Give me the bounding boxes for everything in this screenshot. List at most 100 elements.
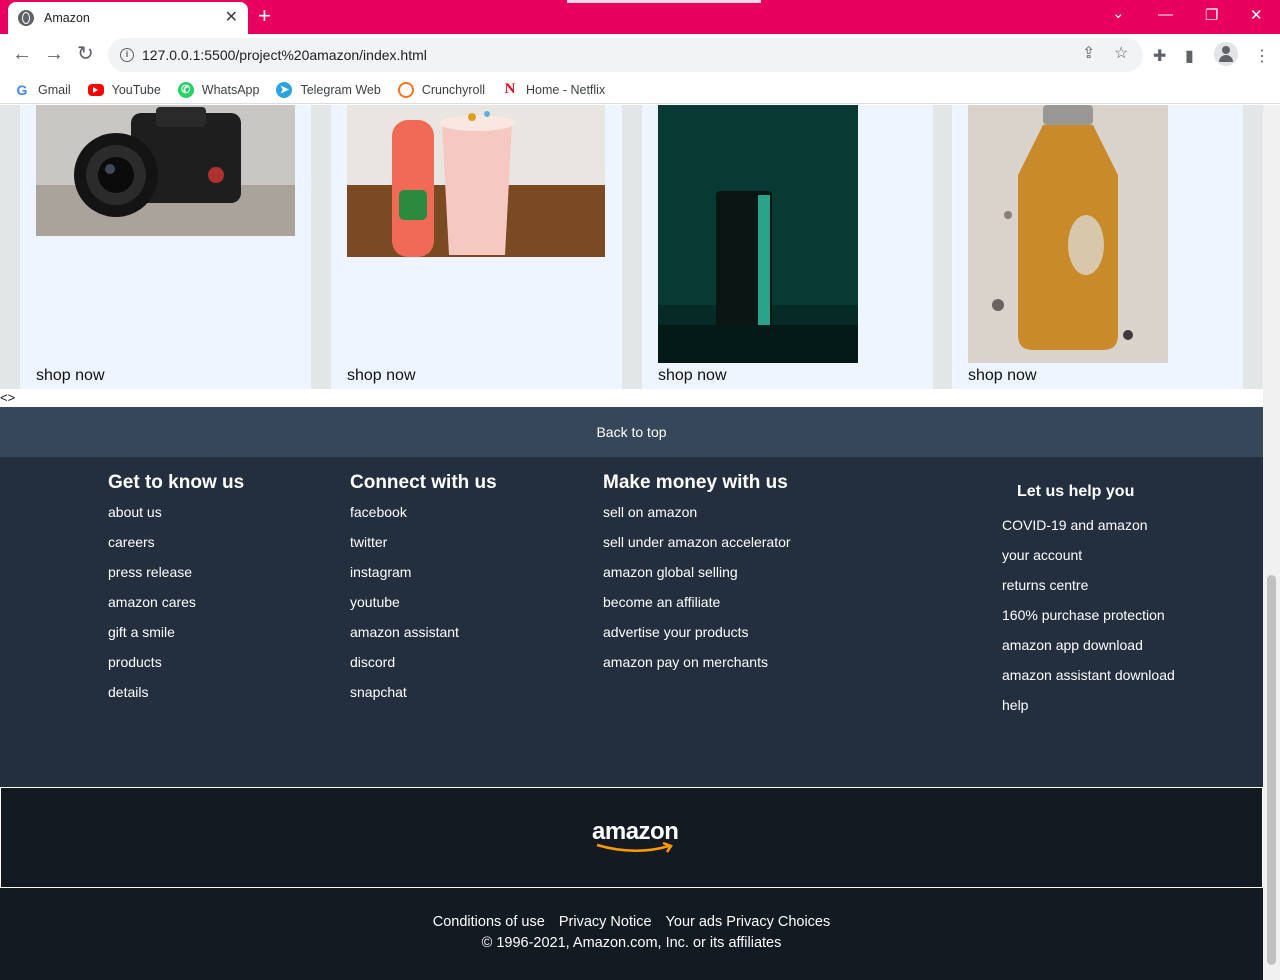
- footer-link[interactable]: help: [1002, 695, 1175, 725]
- legal-links: Conditions of use Privacy Notice Your ad…: [0, 914, 1263, 930]
- footer-link[interactable]: amazon assistant download: [1002, 665, 1175, 695]
- netflix-icon: N: [504, 81, 516, 97]
- copyright-text: © 1996-2021, Amazon.com, Inc. or its aff…: [481, 935, 782, 951]
- restore-icon[interactable]: ❐: [1205, 6, 1218, 24]
- browser-tab-strip: Amazon ✕ + ⌄ — ❐ ✕: [0, 0, 1280, 34]
- profile-avatar[interactable]: [1214, 42, 1238, 66]
- star-icon[interactable]: ☆: [1114, 43, 1128, 63]
- footer-link[interactable]: amazon assistant: [350, 622, 497, 652]
- shop-now-link[interactable]: shop now: [658, 367, 727, 385]
- footer-link[interactable]: discord: [350, 652, 497, 682]
- side-panel-icon[interactable]: ▮: [1185, 46, 1194, 66]
- scrollbar-thumb[interactable]: [1267, 575, 1276, 965]
- footer-link[interactable]: facebook: [350, 502, 497, 532]
- bookmark-crunchyroll[interactable]: Crunchyroll: [397, 81, 485, 98]
- extensions-icon[interactable]: ✚: [1153, 46, 1166, 66]
- close-window-icon[interactable]: ✕: [1250, 6, 1263, 24]
- url-text[interactable]: 127.0.0.1:5500/project%20amazon/index.ht…: [142, 47, 427, 63]
- column-heading: Make money with us: [603, 472, 788, 493]
- whatsapp-icon: ✆: [177, 81, 194, 98]
- footer-link[interactable]: amazon global selling: [603, 562, 791, 592]
- product-card-camera[interactable]: shop now: [20, 105, 311, 389]
- footer-link[interactable]: sell under amazon accelerator: [603, 532, 791, 562]
- bookmarks-bar: G Gmail YouTube ✆ WhatsApp ➤ Telegram Web C…: [0, 76, 1280, 104]
- drinks-image: [347, 105, 605, 257]
- legal-footer: Conditions of use Privacy Notice Your ad…: [0, 888, 1263, 980]
- bookmark-gmail[interactable]: G Gmail: [14, 82, 71, 98]
- product-row: shop now shop now shop now shop now: [0, 105, 1263, 389]
- product-card-energy-drink[interactable]: shop now: [642, 105, 933, 389]
- close-icon[interactable]: ✕: [225, 10, 238, 26]
- browser-toolbar: ← → ↻ i 127.0.0.1:5500/project%20amazon/…: [0, 34, 1280, 76]
- footer-link[interactable]: instagram: [350, 562, 497, 592]
- product-card-drinks[interactable]: shop now: [331, 105, 622, 389]
- footer-link[interactable]: press release: [108, 562, 244, 592]
- camera-image: [36, 105, 295, 236]
- footer-link[interactable]: careers: [108, 532, 244, 562]
- footer-links-section: Get to know us about us careers press re…: [0, 457, 1263, 787]
- vertical-scrollbar[interactable]: [1263, 105, 1280, 980]
- column-heading: Let us help you: [1017, 483, 1135, 500]
- bookmark-whatsapp[interactable]: ✆ WhatsApp: [177, 81, 259, 98]
- footer-link[interactable]: twitter: [350, 532, 497, 562]
- footer-link[interactable]: your account: [1002, 545, 1175, 575]
- bookmark-netflix[interactable]: N Home - Netflix: [502, 81, 606, 98]
- bottle-image: [968, 105, 1168, 363]
- telegram-icon: ➤: [276, 81, 293, 98]
- footer-link[interactable]: snapchat: [350, 682, 497, 712]
- menu-icon[interactable]: ⋮: [1254, 46, 1270, 66]
- shop-now-link[interactable]: shop now: [968, 367, 1037, 385]
- conditions-of-use-link[interactable]: Conditions of use: [433, 914, 545, 930]
- tab-title: Amazon: [44, 11, 90, 25]
- forward-arrow-icon[interactable]: →: [44, 43, 64, 65]
- column-heading: Get to know us: [108, 472, 245, 493]
- footer-link[interactable]: advertise your products: [603, 622, 791, 652]
- shop-now-link[interactable]: shop now: [36, 367, 105, 385]
- stray-text: <>: [0, 390, 16, 405]
- share-icon[interactable]: ⇪: [1082, 43, 1095, 63]
- footer-link[interactable]: become an affiliate: [603, 592, 791, 622]
- info-icon[interactable]: i: [120, 48, 134, 62]
- energy-drink-image: [658, 105, 858, 363]
- footer-link[interactable]: sell on amazon: [603, 502, 791, 532]
- footer-link[interactable]: 160% purchase protection: [1002, 605, 1175, 635]
- chevron-down-icon[interactable]: ⌄: [1112, 4, 1125, 22]
- bookmark-telegram[interactable]: ➤ Telegram Web: [276, 81, 381, 98]
- footer-column-let-us-help-you: Let us help you COVID-19 and amazon your…: [1002, 483, 1175, 725]
- footer-column-get-to-know-us: Get to know us about us careers press re…: [108, 472, 244, 712]
- logo-band: amazon: [0, 787, 1263, 888]
- youtube-icon: [87, 83, 104, 96]
- browser-tab[interactable]: Amazon ✕: [8, 2, 248, 34]
- minimize-icon[interactable]: —: [1158, 6, 1173, 23]
- footer-link[interactable]: about us: [108, 502, 244, 532]
- footer-link[interactable]: amazon app download: [1002, 635, 1175, 665]
- ads-privacy-link[interactable]: Your ads Privacy Choices: [666, 914, 831, 930]
- column-heading: Connect with us: [350, 472, 497, 493]
- back-to-top-button[interactable]: Back to top: [0, 407, 1263, 457]
- footer-link[interactable]: COVID-19 and amazon: [1002, 515, 1175, 545]
- crunchyroll-icon: [397, 81, 414, 98]
- footer-link[interactable]: products: [108, 652, 244, 682]
- product-card-bottle[interactable]: shop now: [952, 105, 1243, 389]
- shop-now-link[interactable]: shop now: [347, 367, 416, 385]
- tab-strip-highlight: [567, 0, 761, 3]
- footer-column-make-money-with-us: Make money with us sell on amazon sell u…: [603, 472, 791, 682]
- bookmark-youtube[interactable]: YouTube: [87, 83, 161, 97]
- footer-link[interactable]: youtube: [350, 592, 497, 622]
- amazon-logo[interactable]: amazon: [592, 818, 679, 853]
- footer-link[interactable]: gift a smile: [108, 622, 244, 652]
- footer-column-connect-with-us: Connect with us facebook twitter instagr…: [350, 472, 497, 712]
- footer-link[interactable]: amazon cares: [108, 592, 244, 622]
- google-icon: G: [16, 81, 28, 98]
- smile-arrow-icon: [596, 842, 673, 853]
- address-bar[interactable]: i 127.0.0.1:5500/project%20amazon/index.…: [108, 38, 1143, 72]
- footer-link[interactable]: returns centre: [1002, 575, 1175, 605]
- page-viewport: shop now shop now shop now shop now <> B…: [0, 105, 1263, 980]
- new-tab-button[interactable]: +: [258, 5, 271, 27]
- reload-icon[interactable]: ↻: [77, 43, 94, 65]
- globe-icon: [18, 10, 34, 26]
- back-arrow-icon[interactable]: ←: [12, 43, 32, 65]
- privacy-notice-link[interactable]: Privacy Notice: [559, 914, 652, 930]
- footer-link[interactable]: amazon pay on merchants: [603, 652, 791, 682]
- footer-link[interactable]: details: [108, 682, 244, 712]
